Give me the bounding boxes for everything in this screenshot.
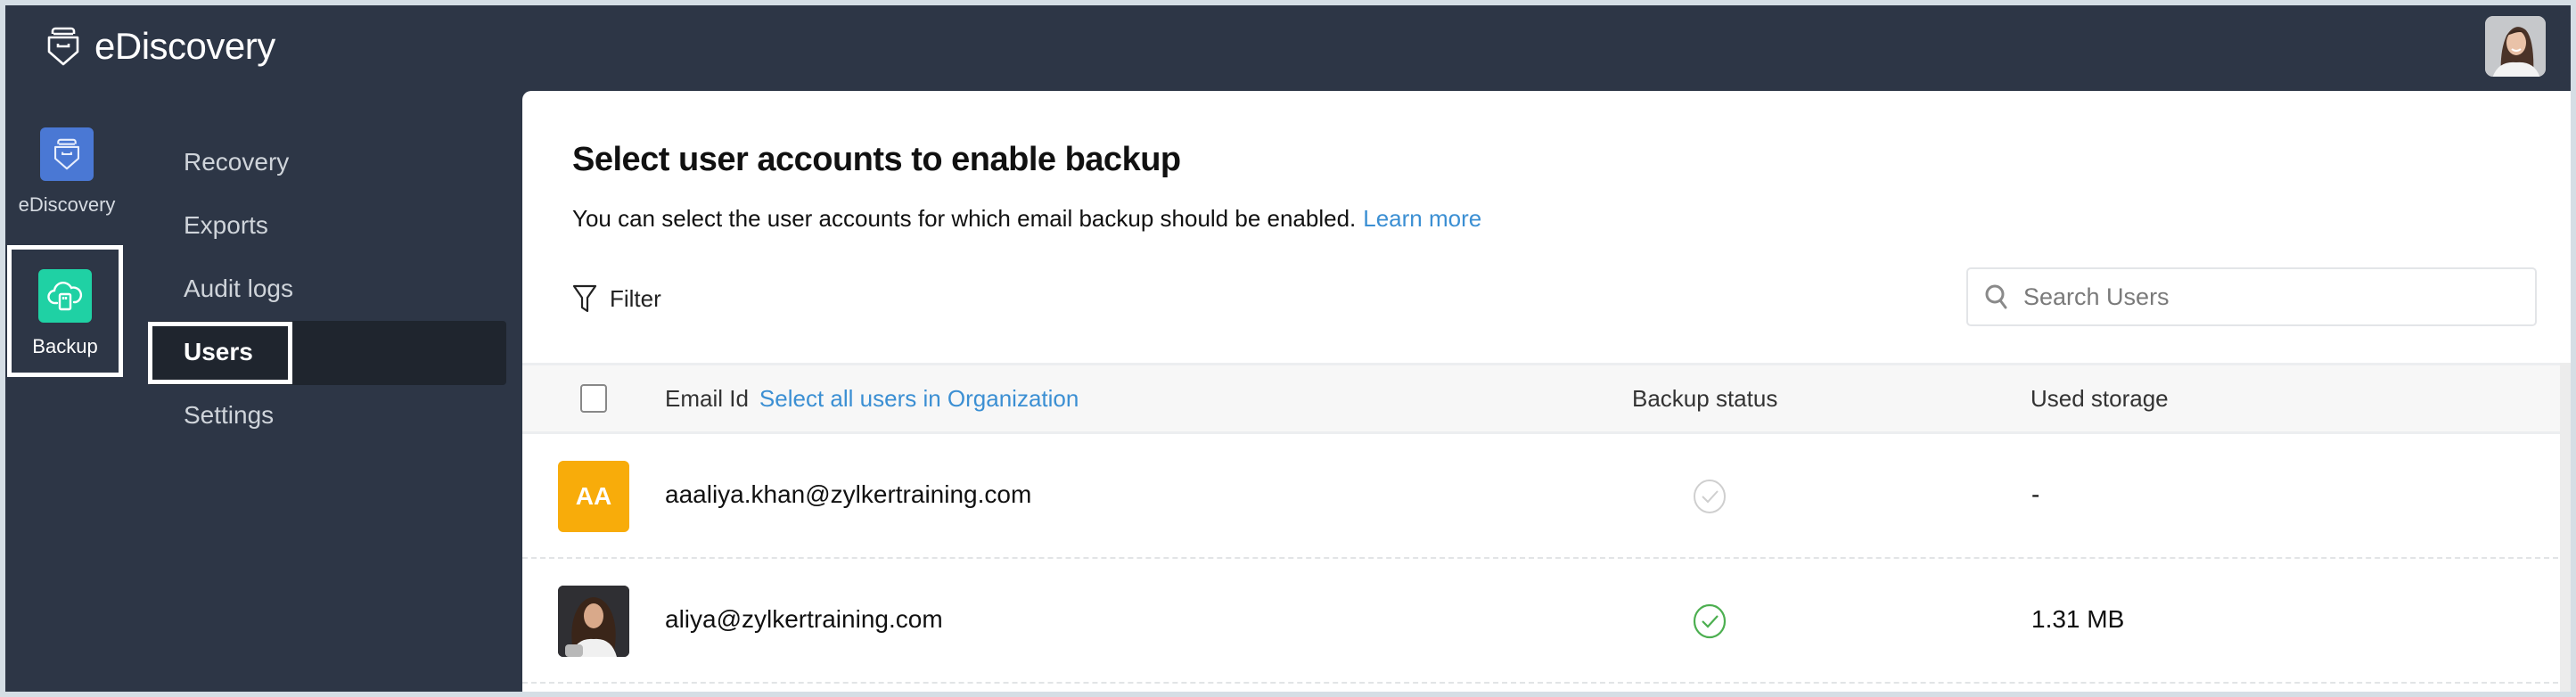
column-used-storage: Used storage	[2030, 385, 2169, 413]
user-email: aaaliya.khan@zylkertraining.com	[665, 480, 1031, 509]
search-icon	[1984, 283, 2009, 310]
filter-button[interactable]: Filter	[572, 283, 661, 314]
nav-item-audit-logs[interactable]: Audit logs	[184, 275, 293, 303]
user-initials-avatar: AA	[558, 461, 629, 532]
column-backup-status: Backup status	[1632, 385, 1777, 413]
table-header: Email Id Select all users in Organization…	[522, 363, 2567, 434]
shield-archive-icon	[52, 136, 82, 172]
select-all-users-link[interactable]: Select all users in Organization	[759, 385, 1079, 412]
nav-item-settings[interactable]: Settings	[184, 401, 274, 430]
cloud-backup-icon	[47, 280, 83, 312]
user-avatar[interactable]	[2485, 16, 2546, 77]
rail-icon-bg	[38, 269, 92, 323]
backup-disabled-check-icon	[1693, 479, 1727, 514]
user-photo	[558, 586, 629, 657]
rail-icon-bg	[40, 127, 94, 181]
shield-archive-icon	[45, 25, 82, 68]
learn-more-link[interactable]: Learn more	[1363, 205, 1481, 232]
search-box[interactable]	[1966, 267, 2537, 326]
rail-item-backup[interactable]: Backup	[7, 245, 123, 377]
app-title: eDiscovery	[94, 25, 275, 68]
user-photo-avatar	[558, 586, 629, 657]
used-storage-value: -	[2031, 480, 2039, 509]
filter-label: Filter	[610, 285, 661, 313]
column-email: Email Id Select all users in Organization	[665, 385, 1079, 413]
user-photo	[2485, 16, 2546, 77]
nav-item-users[interactable]: Users	[184, 338, 253, 366]
app-window: eDiscovery eDiscovery	[5, 5, 2571, 692]
used-storage-value: 1.31 MB	[2031, 605, 2124, 634]
rail-label: eDiscovery	[9, 193, 125, 217]
description-text: You can select the user accounts for whi…	[572, 205, 1356, 232]
nav-item-exports[interactable]: Exports	[184, 211, 268, 240]
table-row[interactable]: AA aaaliya.khan@zylkertraining.com -	[522, 434, 2567, 559]
rail-item-ediscovery[interactable]: eDiscovery	[9, 127, 125, 217]
rail-label: Backup	[12, 335, 119, 358]
user-email: aliya@zylkertraining.com	[665, 605, 943, 634]
filter-icon	[572, 283, 597, 314]
table-row[interactable]: aliya@zylkertraining.com 1.31 MB	[522, 559, 2567, 684]
backup-enabled-check-icon	[1693, 603, 1727, 639]
scrollbar-track[interactable]	[2560, 363, 2571, 692]
page-description: You can select the user accounts for whi…	[572, 205, 1481, 233]
page-title: Select user accounts to enable backup	[572, 141, 1181, 179]
column-email-label: Email Id	[665, 385, 749, 412]
search-input[interactable]	[2022, 283, 2524, 312]
main-panel: Select user accounts to enable backup Yo…	[522, 91, 2571, 692]
nav-item-recovery[interactable]: Recovery	[184, 148, 289, 176]
app-logo[interactable]: eDiscovery	[45, 25, 275, 68]
select-all-checkbox[interactable]	[580, 384, 607, 413]
